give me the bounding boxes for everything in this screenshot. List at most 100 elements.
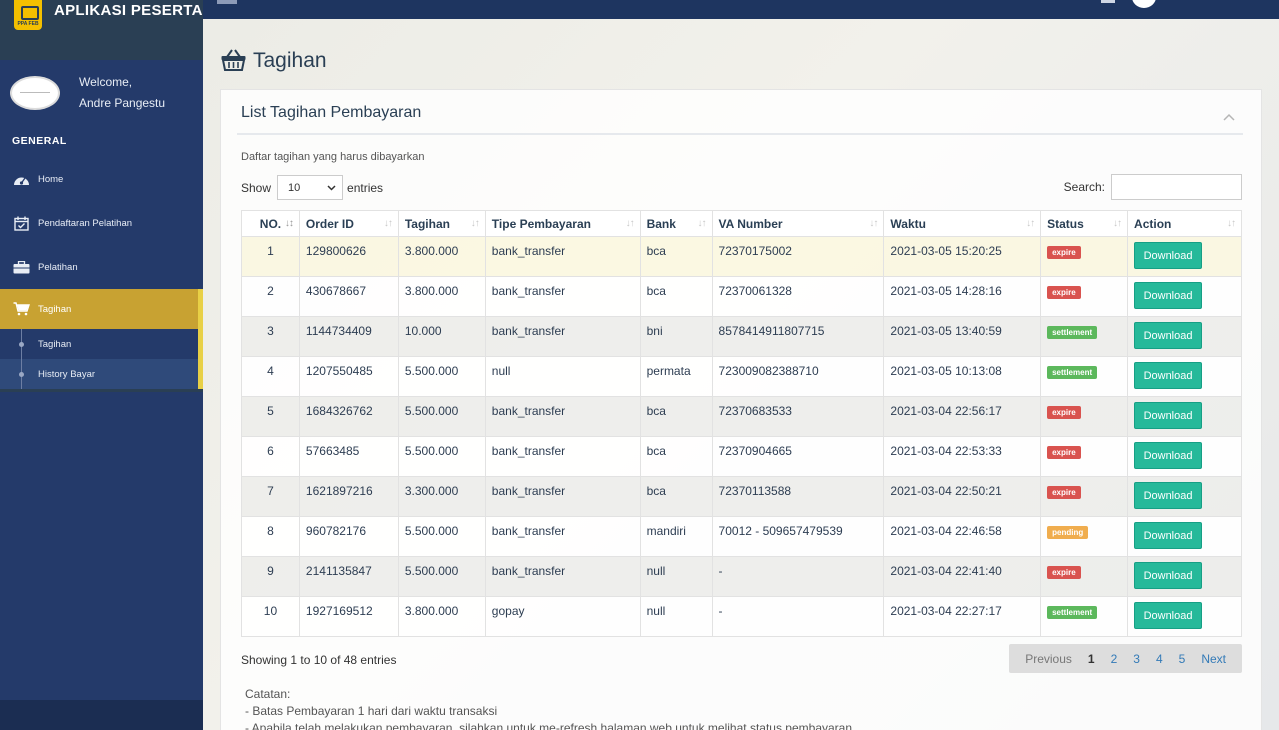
download-button[interactable]: Download	[1134, 322, 1203, 349]
column-header-order-id[interactable]: Order ID ↓↑	[298, 210, 399, 237]
download-button[interactable]: Download	[1134, 522, 1203, 549]
app-title: APLIKASI PESERTA	[54, 2, 203, 19]
download-button[interactable]: Download	[1134, 402, 1203, 429]
cell-status: expire	[1040, 476, 1129, 517]
briefcase-icon	[12, 260, 30, 274]
column-header-status[interactable]: Status ↓↑	[1040, 210, 1129, 237]
column-header-no[interactable]: NO. ↓↕	[241, 210, 300, 237]
cell-tagihan: 5.500.000	[397, 356, 486, 397]
section-general: GENERAL	[0, 125, 203, 157]
column-header-action[interactable]: Action ↓↑	[1127, 210, 1242, 237]
calendar-check-icon	[12, 216, 30, 231]
column-header-va-number[interactable]: VA Number ↓↑	[711, 210, 885, 237]
column-header-tagihan[interactable]: Tagihan ↓↑	[397, 210, 486, 237]
page-size-control: Show 10 entries	[241, 175, 383, 200]
sidebar-item-pelatihan[interactable]: Pelatihan	[0, 245, 203, 289]
column-header-waktu[interactable]: Waktu ↓↑	[883, 210, 1042, 237]
download-button[interactable]: Download	[1134, 602, 1203, 629]
column-header-tipe-pembayaran[interactable]: Tipe Pembayaran ↓↑	[484, 210, 641, 237]
tagihan-submenu: Tagihan History Bayar	[0, 329, 203, 389]
download-button[interactable]: Download	[1134, 362, 1203, 389]
column-header-bank[interactable]: Bank ↓↑	[639, 210, 713, 237]
user-name: Andre Pangestu	[79, 95, 166, 110]
submenu-item-tagihan[interactable]: Tagihan	[0, 329, 198, 359]
cell-bank: mandiri	[639, 516, 713, 557]
status-badge: expire	[1047, 406, 1081, 419]
cell-status: expire	[1040, 556, 1129, 597]
pagination-page-4[interactable]: 4	[1148, 652, 1171, 666]
pagination-page-3[interactable]: 3	[1125, 652, 1148, 666]
download-button[interactable]: Download	[1134, 242, 1203, 269]
sidebar-item-home[interactable]: Home	[0, 157, 203, 201]
submenu-item-history-bayar[interactable]: History Bayar	[0, 359, 198, 389]
cell-status: expire	[1040, 276, 1129, 317]
cell-waktu: 2021-03-05 10:13:08	[883, 356, 1042, 397]
cell-va-number: 70012 - 509657479539	[711, 516, 885, 557]
brand[interactable]: PPA FEB APLIKASI PESERTA	[0, 0, 203, 60]
cell-no: 6	[241, 436, 300, 477]
cell-waktu: 2021-03-04 22:56:17	[883, 396, 1042, 437]
search-input[interactable]	[1111, 174, 1242, 200]
sidebar-item-pendaftaran-pelatihan[interactable]: Pendaftaran Pelatihan	[0, 201, 203, 245]
table-row: 9 2141135847 5.500.000 bank_transfer null -20…	[241, 556, 1242, 597]
cell-tagihan: 3.300.000	[397, 476, 486, 517]
status-badge: expire	[1047, 566, 1081, 579]
chevron-up-icon[interactable]	[1223, 110, 1235, 121]
status-badge: expire	[1047, 286, 1081, 299]
notes-line: - Apabila telah melakukan pembayaran, si…	[245, 721, 853, 730]
sort-icon: ↓↑	[1227, 218, 1236, 229]
cell-status: settlement	[1040, 596, 1129, 637]
page-size-value: 10	[288, 181, 301, 194]
cell-bank: bni	[639, 316, 713, 357]
cell-no: 10	[241, 596, 300, 637]
cell-action: Download	[1127, 396, 1242, 437]
sidebar-item-label: Pelatihan	[38, 261, 78, 273]
page-title-text: Tagihan	[253, 49, 327, 72]
notes-line: - Batas Pembayaran 1 hari dari waktu tra…	[245, 704, 498, 718]
cell-order-id: 129800626	[298, 236, 399, 277]
cell-action: Download	[1127, 436, 1242, 477]
avatar[interactable]	[10, 75, 60, 110]
sidebar-footer	[0, 700, 203, 730]
cell-order-id: 1927169512	[298, 596, 399, 637]
download-button[interactable]: Download	[1134, 442, 1203, 469]
cell-action: Download	[1127, 276, 1242, 317]
notification-icon[interactable]	[1101, 0, 1115, 3]
billing-table-body: 1 129800626 3.800.000 bank_transfer bca 72370…	[241, 236, 1242, 637]
cell-bank: bca	[639, 436, 713, 477]
download-button[interactable]: Download	[1134, 282, 1203, 309]
table-row: 4 1207550485 5.500.000 null permata 723009082…	[241, 356, 1242, 397]
cell-tipe-pembayaran: bank_transfer	[484, 436, 641, 477]
panel-description: Daftar tagihan yang harus dibayarkan	[241, 151, 425, 163]
page-title: Tagihan	[221, 49, 327, 73]
cell-order-id: 1684326762	[298, 396, 399, 437]
table-row: 6 57663485 5.500.000 bank_transfer bca 723709…	[241, 436, 1242, 477]
sidebar-item-label: Pendaftaran Pelatihan	[38, 217, 133, 229]
sidebar-item-tagihan[interactable]: Tagihan	[0, 289, 203, 329]
cell-no: 8	[241, 516, 300, 557]
pagination-page-2[interactable]: 2	[1103, 652, 1126, 666]
cell-order-id: 57663485	[298, 436, 399, 477]
pagination-previous[interactable]: Previous	[1017, 652, 1080, 666]
pagination-page-5[interactable]: 5	[1171, 652, 1194, 666]
cell-tipe-pembayaran: bank_transfer	[484, 556, 641, 597]
user-avatar-top[interactable]	[1132, 0, 1156, 8]
welcome-text: Welcome,	[79, 74, 133, 89]
pagination-page-1[interactable]: 1	[1080, 652, 1103, 666]
cell-va-number: 72370904665	[711, 436, 885, 477]
column-label: Tipe Pembayaran	[491, 216, 591, 231]
pagination-next[interactable]: Next	[1193, 652, 1234, 666]
cell-va-number: 72370175002	[711, 236, 885, 277]
sort-icon: ↓↑	[383, 218, 393, 229]
cell-order-id: 1144734409	[298, 316, 399, 357]
profile: Welcome, Andre Pangestu	[0, 60, 203, 125]
status-badge: settlement	[1047, 366, 1098, 379]
table-row: 1 129800626 3.800.000 bank_transfer bca 72370…	[241, 236, 1242, 277]
column-label: Status	[1047, 216, 1084, 231]
column-label: Action	[1134, 216, 1172, 231]
notes: Catatan: - Batas Pembayaran 1 hari dari …	[245, 686, 852, 730]
download-button[interactable]: Download	[1134, 482, 1203, 509]
menu-toggle-icon[interactable]	[217, 0, 237, 4]
download-button[interactable]: Download	[1134, 562, 1203, 589]
page-size-select[interactable]: 10	[277, 175, 344, 200]
